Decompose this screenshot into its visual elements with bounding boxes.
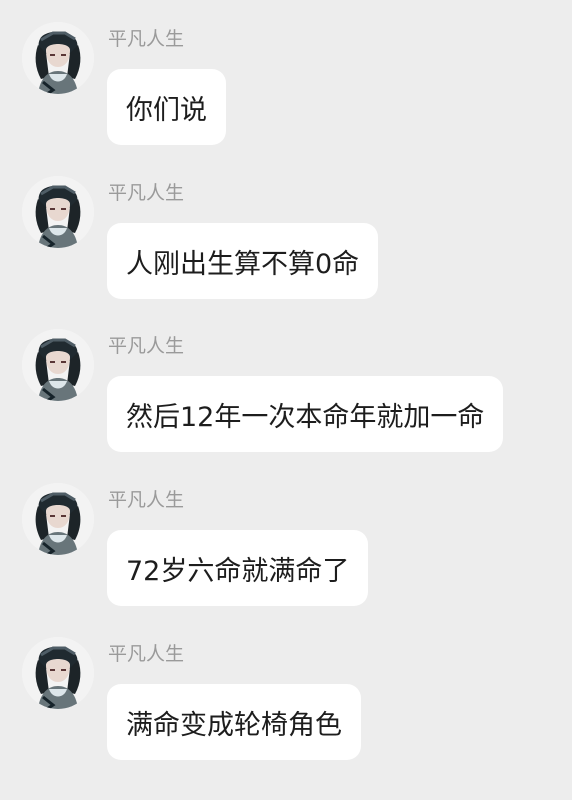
message-sender-name: 平凡人生 — [108, 335, 185, 357]
message-bubble[interactable]: 然后12年一次本命年就加一命 — [107, 376, 504, 452]
chat-message: 平凡人生 72岁六命就满命了 — [0, 461, 572, 606]
message-text: 满命变成轮椅角色 — [126, 709, 342, 741]
avatar-portrait-icon — [22, 22, 94, 94]
avatar-portrait-icon — [22, 329, 94, 401]
chat-message: 平凡人生 你们说 — [0, 0, 572, 145]
chat-message: 平凡人生 然后12年一次本命年就加一命 — [0, 307, 572, 452]
avatar[interactable] — [22, 22, 94, 94]
avatar[interactable] — [22, 329, 94, 401]
chat-message: 平凡人生 人刚出生算不算0命 — [0, 154, 572, 299]
message-text: 然后12年一次本命年就加一命 — [126, 401, 485, 433]
message-bubble[interactable]: 你们说 — [107, 69, 226, 145]
message-bubble[interactable]: 72岁六命就满命了 — [107, 530, 369, 606]
chat-message: 平凡人生 满命变成轮椅角色 — [0, 615, 572, 760]
message-text: 你们说 — [126, 94, 207, 126]
chat-message-list: 平凡人生 你们说 平凡人生 人刚出生算不算0命 平凡人生 然后12年一次本命年就… — [0, 0, 572, 800]
message-text: 72岁六命就满命了 — [126, 555, 350, 587]
message-sender-name: 平凡人生 — [108, 182, 185, 204]
message-sender-name: 平凡人生 — [108, 643, 185, 665]
avatar-portrait-icon — [22, 176, 94, 248]
avatar[interactable] — [22, 483, 94, 555]
message-sender-name: 平凡人生 — [108, 28, 185, 50]
avatar[interactable] — [22, 176, 94, 248]
message-bubble[interactable]: 人刚出生算不算0命 — [107, 223, 379, 299]
message-sender-name: 平凡人生 — [108, 489, 185, 511]
avatar[interactable] — [22, 637, 94, 709]
message-bubble[interactable]: 满命变成轮椅角色 — [107, 684, 361, 760]
avatar-portrait-icon — [22, 483, 94, 555]
message-text: 人刚出生算不算0命 — [126, 248, 360, 280]
avatar-portrait-icon — [22, 637, 94, 709]
